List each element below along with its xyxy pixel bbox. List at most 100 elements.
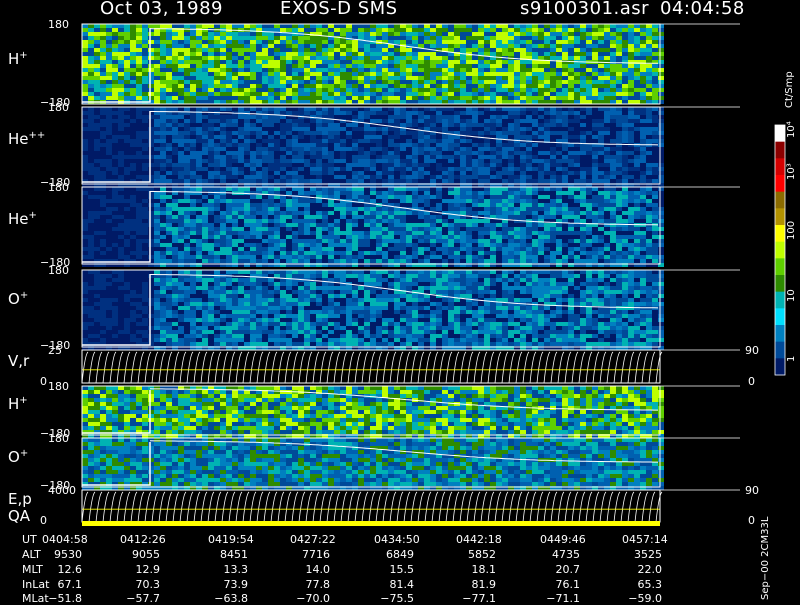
heat-cell [382, 227, 388, 231]
heat-cell [214, 239, 220, 243]
heat-cell [178, 203, 184, 207]
heat-cell [442, 163, 448, 167]
heat-cell [316, 199, 322, 203]
heat-cell [208, 68, 214, 72]
heat-cell [118, 207, 124, 211]
heat-cell [196, 28, 202, 32]
heat-cell [646, 92, 652, 96]
heat-cell [244, 76, 250, 80]
heat-cell [412, 80, 418, 84]
heat-cell [214, 223, 220, 227]
heat-cell [100, 48, 106, 52]
heat-cell [304, 111, 310, 115]
heat-cell [160, 207, 166, 211]
heat-cell [88, 203, 94, 207]
heat-cell [124, 235, 130, 239]
heat-cell [580, 96, 586, 100]
heat-cell [592, 147, 598, 151]
heat-cell [340, 227, 346, 231]
heat-cell [340, 251, 346, 255]
heat-cell [598, 151, 604, 155]
heat-cell [184, 36, 190, 40]
heat-cell [376, 243, 382, 247]
heat-cell [496, 143, 502, 147]
heat-cell [274, 163, 280, 167]
heat-cell [634, 111, 640, 115]
heat-cell [184, 143, 190, 147]
heat-cell [196, 96, 202, 100]
heat-cell [616, 24, 622, 28]
heat-cell [262, 24, 268, 28]
heat-cell [106, 207, 112, 211]
heat-cell [202, 135, 208, 139]
heat-cell [556, 48, 562, 52]
heat-cell [136, 207, 142, 211]
heat-cell [388, 84, 394, 88]
heat-cell [190, 48, 196, 52]
heat-cell [568, 56, 574, 60]
heat-cell [406, 88, 412, 92]
heat-cell [316, 48, 322, 52]
heat-cell [112, 151, 118, 155]
heat-cell [118, 171, 124, 175]
heat-cell [166, 76, 172, 80]
heat-cell [370, 147, 376, 151]
heat-cell [310, 56, 316, 60]
heat-cell [298, 28, 304, 32]
heat-cell [190, 231, 196, 235]
heat-cell [376, 159, 382, 163]
heat-cell [190, 211, 196, 215]
heat-cell [538, 68, 544, 72]
heat-cell [82, 199, 88, 203]
heat-cell [424, 139, 430, 143]
heat-cell [652, 147, 658, 151]
heat-cell [406, 32, 412, 36]
heat-cell [94, 155, 100, 159]
heat-cell [94, 52, 100, 56]
heat-cell [118, 88, 124, 92]
heat-cell [382, 107, 388, 111]
heat-cell [418, 139, 424, 143]
heat-cell [172, 143, 178, 147]
heat-cell [388, 195, 394, 199]
heat-cell [346, 80, 352, 84]
heat-cell [550, 115, 556, 119]
heat-cell [556, 123, 562, 127]
heat-cell [646, 36, 652, 40]
heat-cell [538, 175, 544, 179]
heat-cell [352, 24, 358, 28]
heat-cell [328, 167, 334, 171]
heat-cell [280, 96, 286, 100]
heat-cell [310, 131, 316, 135]
heat-cell [268, 76, 274, 80]
heat-cell [586, 155, 592, 159]
panel-heplusplus [82, 107, 740, 187]
heat-cell [286, 171, 292, 175]
heat-cell [154, 92, 160, 96]
heat-cell [268, 171, 274, 175]
heat-cell [304, 40, 310, 44]
heat-cell [340, 207, 346, 211]
heat-cell [364, 68, 370, 72]
heat-cell [628, 131, 634, 135]
heat-cell [334, 247, 340, 251]
heat-cell [154, 219, 160, 223]
heat-cell [334, 187, 340, 191]
heat-cell [316, 243, 322, 247]
heat-cell [316, 76, 322, 80]
heat-cell [178, 215, 184, 219]
heat-cell [508, 143, 514, 147]
heat-cell [586, 96, 592, 100]
heat-cell [190, 115, 196, 119]
heat-cell [436, 28, 442, 32]
heat-cell [340, 72, 346, 76]
heat-cell [298, 111, 304, 115]
heat-cell [118, 203, 124, 207]
heat-cell [226, 56, 232, 60]
heat-cell [154, 211, 160, 215]
heat-cell [100, 167, 106, 171]
heat-cell [256, 215, 262, 219]
heat-cell [616, 52, 622, 56]
heat-cell [184, 199, 190, 203]
heat-cell [94, 151, 100, 155]
